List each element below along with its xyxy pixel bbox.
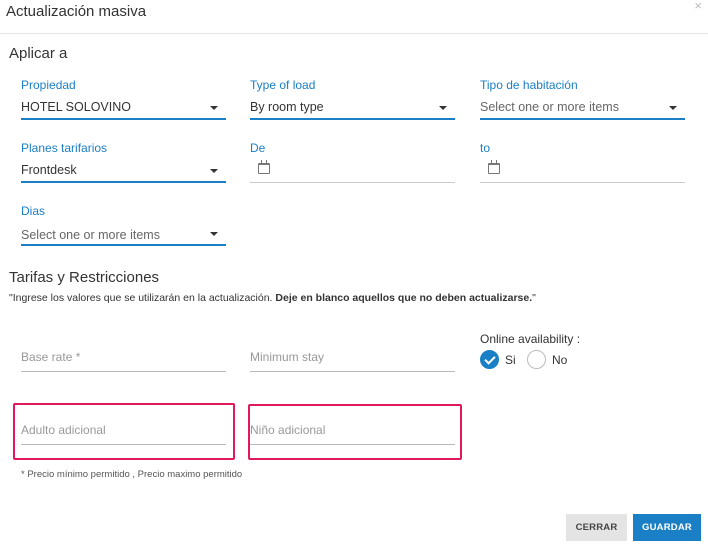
close-icon[interactable]: × bbox=[694, 0, 702, 13]
minimum-stay-field bbox=[250, 346, 455, 372]
rate-plans-select[interactable]: Frontdesk bbox=[21, 157, 226, 183]
note-bold-text: Deje en blanco aquellos que no deben act… bbox=[275, 292, 533, 304]
from-date-field: De bbox=[250, 141, 455, 183]
apply-section-title: Aplicar a bbox=[9, 45, 68, 62]
property-field: Propiedad HOTEL SOLOVINO bbox=[21, 78, 226, 120]
load-type-select[interactable]: By room type bbox=[250, 94, 455, 120]
calendar-icon bbox=[488, 160, 500, 174]
instructions-note: "Ingrese los valores que se utilizarán e… bbox=[9, 292, 536, 304]
chevron-down-icon bbox=[210, 169, 218, 173]
note-quote: " bbox=[532, 292, 536, 304]
extra-child-field bbox=[250, 419, 455, 445]
rate-plans-label: Planes tarifarios bbox=[21, 141, 108, 155]
availability-yes-label: Si bbox=[505, 352, 516, 367]
to-date-field: to bbox=[480, 141, 685, 183]
chevron-down-icon bbox=[210, 106, 218, 110]
room-type-placeholder: Select one or more items bbox=[480, 100, 619, 114]
from-date-label: De bbox=[250, 141, 266, 155]
room-type-select[interactable]: Select one or more items bbox=[480, 94, 685, 120]
close-button[interactable]: CERRAR bbox=[566, 514, 627, 541]
property-select[interactable]: HOTEL SOLOVINO bbox=[21, 94, 226, 120]
base-rate-input[interactable] bbox=[21, 350, 226, 364]
header-divider bbox=[0, 33, 708, 34]
days-select[interactable]: Select one or more items bbox=[21, 220, 226, 246]
radio-unchecked-icon[interactable] bbox=[527, 350, 546, 369]
to-date-input[interactable] bbox=[480, 157, 685, 183]
price-hint: * Precio mínimo permitido , Precio maxim… bbox=[21, 469, 243, 480]
property-label: Propiedad bbox=[21, 78, 76, 92]
bulk-update-modal: Actualización masiva × Aplicar a Propied… bbox=[0, 0, 708, 547]
note-text: "Ingrese los valores que se utilizarán e… bbox=[9, 292, 276, 304]
availability-yes-option[interactable]: Si bbox=[480, 350, 516, 369]
availability-no-label: No bbox=[552, 352, 568, 367]
rates-section-title: Tarifas y Restricciones bbox=[9, 269, 160, 286]
minimum-stay-input[interactable] bbox=[250, 350, 455, 364]
extra-adult-field bbox=[21, 419, 226, 445]
extra-child-input[interactable] bbox=[250, 423, 455, 437]
to-date-label: to bbox=[480, 141, 491, 155]
chevron-down-icon bbox=[439, 106, 447, 110]
room-type-field: Tipo de habitación Select one or more it… bbox=[480, 78, 685, 120]
from-date-input[interactable] bbox=[250, 157, 455, 183]
load-type-value: By room type bbox=[250, 100, 324, 114]
online-availability-label: Online availability : bbox=[480, 332, 581, 346]
days-field: Dias Select one or more items bbox=[21, 204, 226, 246]
days-label: Dias bbox=[21, 204, 46, 218]
rate-plans-value: Frontdesk bbox=[21, 163, 77, 177]
days-placeholder: Select one or more items bbox=[21, 228, 160, 242]
chevron-down-icon bbox=[210, 232, 218, 236]
extra-adult-input[interactable] bbox=[21, 423, 226, 437]
availability-no-option[interactable]: No bbox=[527, 350, 567, 369]
room-type-label: Tipo de habitación bbox=[480, 78, 578, 92]
base-rate-field bbox=[21, 346, 226, 372]
property-value: HOTEL SOLOVINO bbox=[21, 100, 131, 114]
save-button[interactable]: GUARDAR bbox=[633, 514, 701, 541]
load-type-field: Type of load By room type bbox=[250, 78, 455, 120]
load-type-label: Type of load bbox=[250, 78, 316, 92]
rate-plans-field: Planes tarifarios Frontdesk bbox=[21, 141, 226, 183]
modal-title: Actualización masiva bbox=[6, 3, 147, 20]
chevron-down-icon bbox=[669, 106, 677, 110]
radio-checked-icon[interactable] bbox=[480, 350, 499, 369]
calendar-icon bbox=[258, 160, 270, 174]
